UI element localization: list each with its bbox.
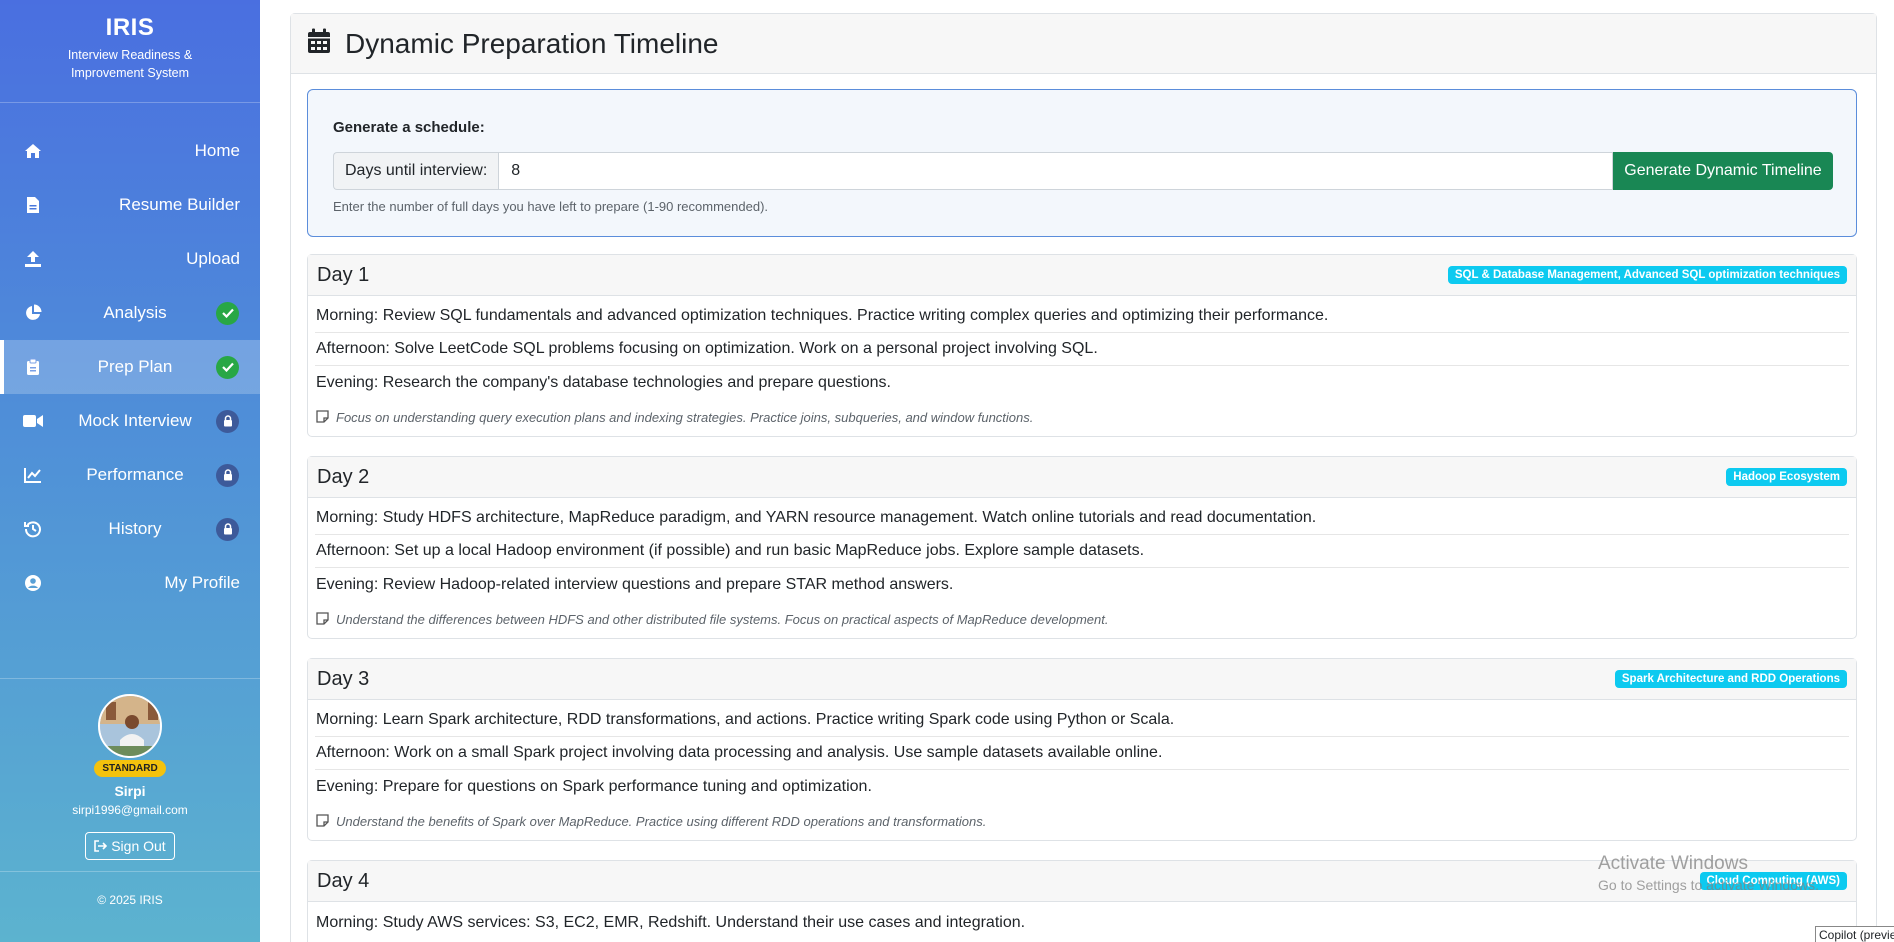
day-header: Day 2 Hadoop Ecosystem bbox=[308, 457, 1856, 498]
plan-badge: STANDARD bbox=[94, 760, 166, 777]
topic-badge: SQL & Database Management, Advanced SQL … bbox=[1447, 266, 1847, 284]
generate-timeline-button[interactable]: Generate Dynamic Timeline bbox=[1613, 152, 1833, 190]
task-item: Afternoon: Solve LeetCode SQL problems f… bbox=[315, 333, 1849, 366]
day-header: Day 1 SQL & Database Management, Advance… bbox=[308, 255, 1856, 296]
days-input-label: Days until interview: bbox=[333, 152, 499, 190]
sidebar-item-performance[interactable]: Performance bbox=[0, 448, 260, 502]
task-item: Evening: Prepare for questions on Spark … bbox=[316, 777, 872, 795]
day-card: Day 1 SQL & Database Management, Advance… bbox=[307, 254, 1857, 437]
timeline-card: Dynamic Preparation Timeline Generate a … bbox=[290, 13, 1877, 942]
generator-help-text: Enter the number of full days you have l… bbox=[333, 199, 769, 214]
sidebar-divider bbox=[0, 678, 260, 679]
check-icon bbox=[216, 355, 239, 379]
sidebar-item-upload[interactable]: Upload bbox=[0, 232, 260, 286]
copyright: © 2025 IRIS bbox=[97, 893, 163, 907]
user-name: Sirpi bbox=[114, 783, 146, 799]
days-until-interview-input[interactable] bbox=[498, 152, 1613, 190]
home-icon bbox=[23, 141, 43, 161]
sidebar-item-label: Resume Builder bbox=[119, 195, 240, 214]
brand-subtitle: Interview Readiness & Improvement System bbox=[67, 48, 193, 80]
day-note-text: Focus on understanding query execution p… bbox=[336, 409, 1034, 425]
brand-title: IRIS bbox=[105, 14, 155, 41]
sticky-note-icon bbox=[316, 410, 330, 424]
lock-icon bbox=[216, 517, 239, 541]
watermark-line-2: Go to Settings to activate Windows. bbox=[1598, 877, 1819, 893]
lock-icon bbox=[216, 409, 239, 433]
task-item: Afternoon: Work on a small Spark project… bbox=[315, 737, 1849, 770]
sign-out-label: Sign Out bbox=[111, 838, 166, 854]
page-title: Dynamic Preparation Timeline bbox=[345, 27, 719, 59]
sidebar-item-my-profile[interactable]: My Profile bbox=[0, 556, 260, 610]
file-icon bbox=[23, 195, 43, 215]
topic-badge: Spark Architecture and RDD Operations bbox=[1614, 670, 1847, 688]
sidebar-item-label: Upload bbox=[186, 249, 240, 268]
day-note: Understand the differences between HDFS … bbox=[316, 608, 1856, 630]
sticky-note-icon bbox=[316, 814, 330, 828]
sidebar: IRIS Interview Readiness & Improvement S… bbox=[0, 0, 260, 942]
day-card: Day 2 Hadoop Ecosystem Morning: Study HD… bbox=[307, 456, 1857, 639]
task-item: Morning: Learn Spark architecture, RDD t… bbox=[315, 704, 1849, 737]
day-note: Focus on understanding query execution p… bbox=[316, 406, 1856, 428]
check-icon bbox=[216, 301, 239, 325]
task-item: Afternoon: Set up a local Hadoop environ… bbox=[315, 535, 1849, 568]
user-circle-icon bbox=[23, 573, 43, 593]
day-card: Day 3 Spark Architecture and RDD Operati… bbox=[307, 658, 1857, 841]
day-header: Day 3 Spark Architecture and RDD Operati… bbox=[308, 659, 1856, 700]
day-note-text: Understand the differences between HDFS … bbox=[336, 611, 1109, 627]
sign-out-button[interactable]: Sign Out bbox=[85, 832, 175, 860]
task-item: Morning: Study HDFS architecture, MapRed… bbox=[315, 502, 1849, 535]
sidebar-item-home[interactable]: Home bbox=[0, 124, 260, 178]
task-item: Evening: Review Hadoop-related interview… bbox=[316, 575, 954, 593]
task-item: Morning: Review SQL fundamentals and adv… bbox=[315, 300, 1849, 333]
sidebar-item-label: Home bbox=[194, 141, 240, 160]
upload-icon bbox=[23, 249, 43, 269]
schedule-generator: Generate a schedule: Days until intervie… bbox=[307, 89, 1857, 237]
avatar[interactable] bbox=[98, 694, 162, 758]
user-email: sirpi1996@gmail.com bbox=[72, 803, 188, 817]
day-title: Day 2 bbox=[317, 466, 370, 488]
watermark-line-1: Activate Windows bbox=[1598, 853, 1748, 874]
sidebar-item-label: My Profile bbox=[164, 573, 240, 592]
day-title: Day 3 bbox=[317, 668, 370, 690]
user-profile: STANDARD Sirpi sirpi1996@gmail.com Sign … bbox=[0, 694, 260, 860]
generator-heading: Generate a schedule: bbox=[333, 119, 485, 136]
days-input-group: Days until interview: Generate Dynamic T… bbox=[333, 152, 1833, 190]
day-note-text: Understand the benefits of Spark over Ma… bbox=[336, 813, 987, 829]
lock-icon bbox=[216, 463, 239, 487]
day-title: Day 1 bbox=[317, 264, 370, 286]
sticky-note-icon bbox=[316, 612, 330, 626]
sidebar-divider bbox=[0, 871, 260, 872]
day-note: Understand the benefits of Spark over Ma… bbox=[316, 810, 1856, 832]
sidebar-item-prep-plan[interactable]: Prep Plan bbox=[0, 340, 260, 394]
sidebar-item-mock-interview[interactable]: Mock Interview bbox=[0, 394, 260, 448]
windows-activation-watermark: Activate Windows Go to Settings to activ… bbox=[1598, 853, 1819, 893]
task-item: Morning: Study AWS services: S3, EC2, EM… bbox=[316, 913, 1026, 931]
day-title: Day 4 bbox=[317, 870, 370, 892]
card-header: Dynamic Preparation Timeline bbox=[291, 14, 1876, 74]
sign-out-icon bbox=[94, 838, 111, 854]
brand: IRIS Interview Readiness & Improvement S… bbox=[0, 0, 260, 103]
calendar-icon bbox=[307, 28, 331, 59]
sidebar-item-analysis[interactable]: Analysis bbox=[0, 286, 260, 340]
topic-badge: Hadoop Ecosystem bbox=[1726, 468, 1847, 486]
sidebar-item-history[interactable]: History bbox=[0, 502, 260, 556]
sidebar-item-resume-builder[interactable]: Resume Builder bbox=[0, 178, 260, 232]
copilot-button[interactable]: Copilot (preview) bbox=[1815, 926, 1894, 942]
task-item: Evening: Research the company's database… bbox=[316, 373, 891, 391]
